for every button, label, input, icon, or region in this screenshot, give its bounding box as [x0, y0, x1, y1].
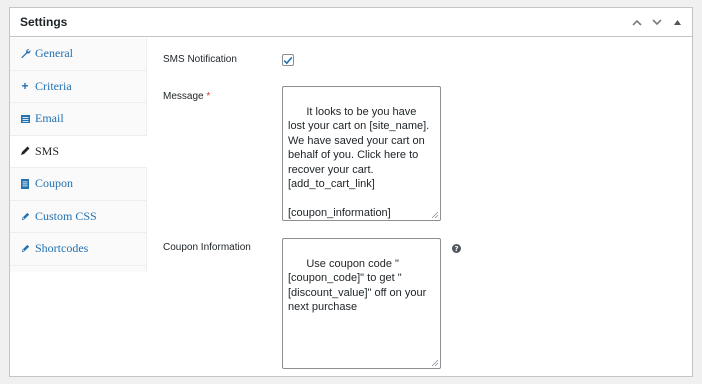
panel-handle-actions	[630, 15, 684, 29]
tab-label: Criteria	[35, 78, 72, 93]
panel-header: Settings	[10, 8, 692, 37]
tab-criteria[interactable]: + Criteria	[10, 71, 146, 103]
plus-icon: +	[21, 79, 29, 94]
wrench-icon	[19, 48, 31, 60]
chevron-down-icon	[652, 18, 662, 25]
help-tip-icon[interactable]: ?	[452, 244, 461, 253]
sms-notification-label: SMS Notification	[163, 54, 237, 65]
sms-notification-checkbox[interactable]	[282, 54, 294, 66]
checkmark-icon	[283, 56, 293, 64]
settings-panel: Settings General + Criteria Email SMS Co…	[9, 7, 693, 377]
message-text: It looks to be you have lost your cart o…	[288, 105, 430, 220]
tab-label: Coupon	[35, 176, 74, 191]
document-icon	[19, 178, 31, 190]
tab-label: SMS	[35, 143, 60, 158]
message-textarea[interactable]: It looks to be you have lost your cart o…	[282, 86, 441, 221]
panel-body: General + Criteria Email SMS Coupon Cust…	[10, 38, 692, 376]
tab-sms[interactable]: SMS	[10, 135, 147, 168]
triangle-up-icon	[673, 19, 681, 25]
tab-email[interactable]: Email	[10, 103, 146, 136]
move-up-button[interactable]	[630, 15, 644, 29]
list-icon	[19, 113, 31, 125]
edit-icon	[19, 210, 31, 222]
tab-label: Email	[35, 111, 64, 126]
resize-grip-icon[interactable]	[431, 211, 439, 219]
panel-title: Settings	[20, 15, 68, 29]
tab-shortcodes[interactable]: Shortcodes	[10, 233, 146, 266]
chevron-up-icon	[632, 19, 642, 26]
tab-label: Custom CSS	[35, 208, 97, 223]
tab-general[interactable]: General	[10, 38, 146, 71]
tab-label: Shortcodes	[35, 241, 89, 256]
coupon-information-label: Coupon Information	[163, 242, 251, 253]
required-mark: *	[206, 91, 211, 102]
edit-icon	[19, 243, 31, 255]
tab-coupon[interactable]: Coupon	[10, 168, 146, 201]
toggle-panel-button[interactable]	[670, 15, 684, 29]
message-label: Message *	[163, 91, 210, 102]
pen-icon	[19, 145, 31, 157]
tab-custom-css[interactable]: Custom CSS	[10, 201, 146, 233]
move-down-button[interactable]	[650, 15, 664, 29]
coupon-information-text: Use coupon code "[coupon_code]" to get "…	[288, 257, 430, 314]
resize-grip-icon[interactable]	[431, 359, 439, 367]
tab-label: General	[35, 46, 73, 61]
message-label-text: Message	[163, 91, 204, 102]
settings-tabs: General + Criteria Email SMS Coupon Cust…	[10, 38, 147, 272]
coupon-information-textarea[interactable]: Use coupon code "[coupon_code]" to get "…	[282, 238, 441, 369]
